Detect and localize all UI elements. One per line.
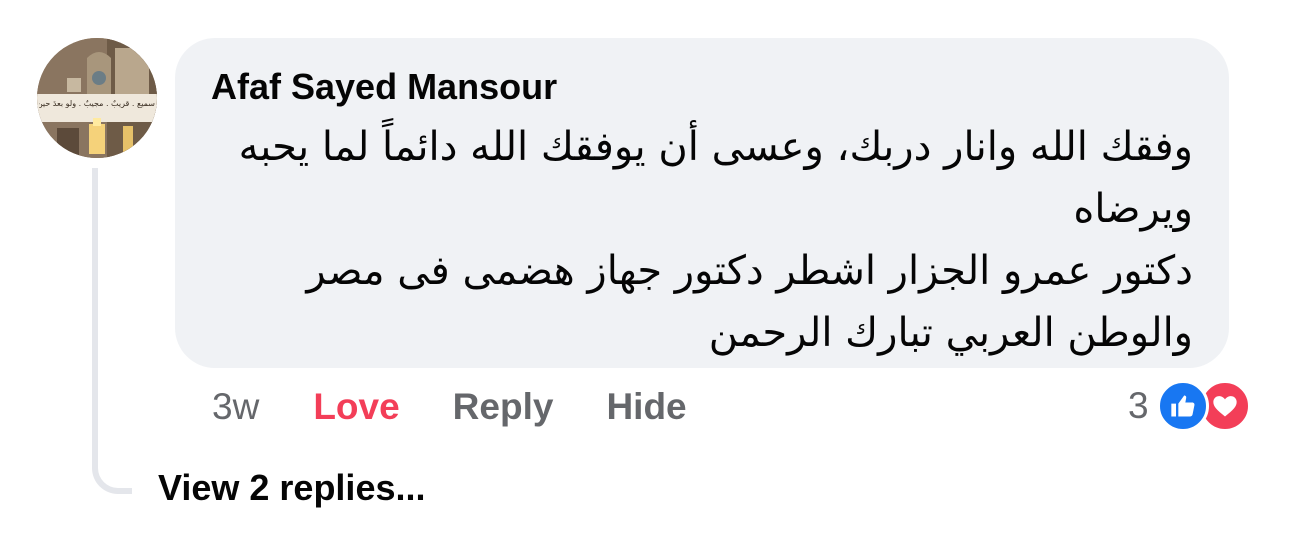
hide-button[interactable]: Hide xyxy=(606,386,686,428)
avatar-image xyxy=(37,38,157,158)
comment-bubble: Afaf Sayed Mansour وفقك الله وانار دربك،… xyxy=(175,38,1229,368)
thread-connector-line xyxy=(92,168,132,494)
avatar[interactable]: سميع . قريبٌ . مجيبٌ . ولو بعدَ حين xyxy=(37,38,157,158)
comment-line: ويرضاه xyxy=(1073,186,1193,232)
like-icon xyxy=(1156,380,1209,432)
comment-author[interactable]: Afaf Sayed Mansour xyxy=(211,66,557,108)
avatar-caption: سميع . قريبٌ . مجيبٌ . ولو بعدَ حين xyxy=(39,99,155,108)
comment-text: وفقك الله وانار دربك، وعسى أن يوفقك الله… xyxy=(213,116,1193,364)
comment-timestamp[interactable]: 3w xyxy=(212,386,259,428)
comment-actions: 3w Love Reply Hide xyxy=(212,383,740,431)
comment-line: وفقك الله وانار دربك، وعسى أن يوفقك الله… xyxy=(238,124,1193,170)
reaction-summary[interactable]: 3 xyxy=(1128,380,1251,432)
comment-thread: سميع . قريبٌ . مجيبٌ . ولو بعدَ حين Afaf… xyxy=(0,0,1290,549)
comment-line: دكتور عمرو الجزار اشطر دكتور جهاز هضمى ف… xyxy=(306,248,1193,294)
reply-button[interactable]: Reply xyxy=(453,386,554,428)
love-button[interactable]: Love xyxy=(313,386,399,428)
comment-line: والوطن العربي تبارك الرحمن xyxy=(708,310,1193,356)
view-replies-link[interactable]: View 2 replies... xyxy=(158,467,426,509)
reaction-count: 3 xyxy=(1128,385,1149,426)
